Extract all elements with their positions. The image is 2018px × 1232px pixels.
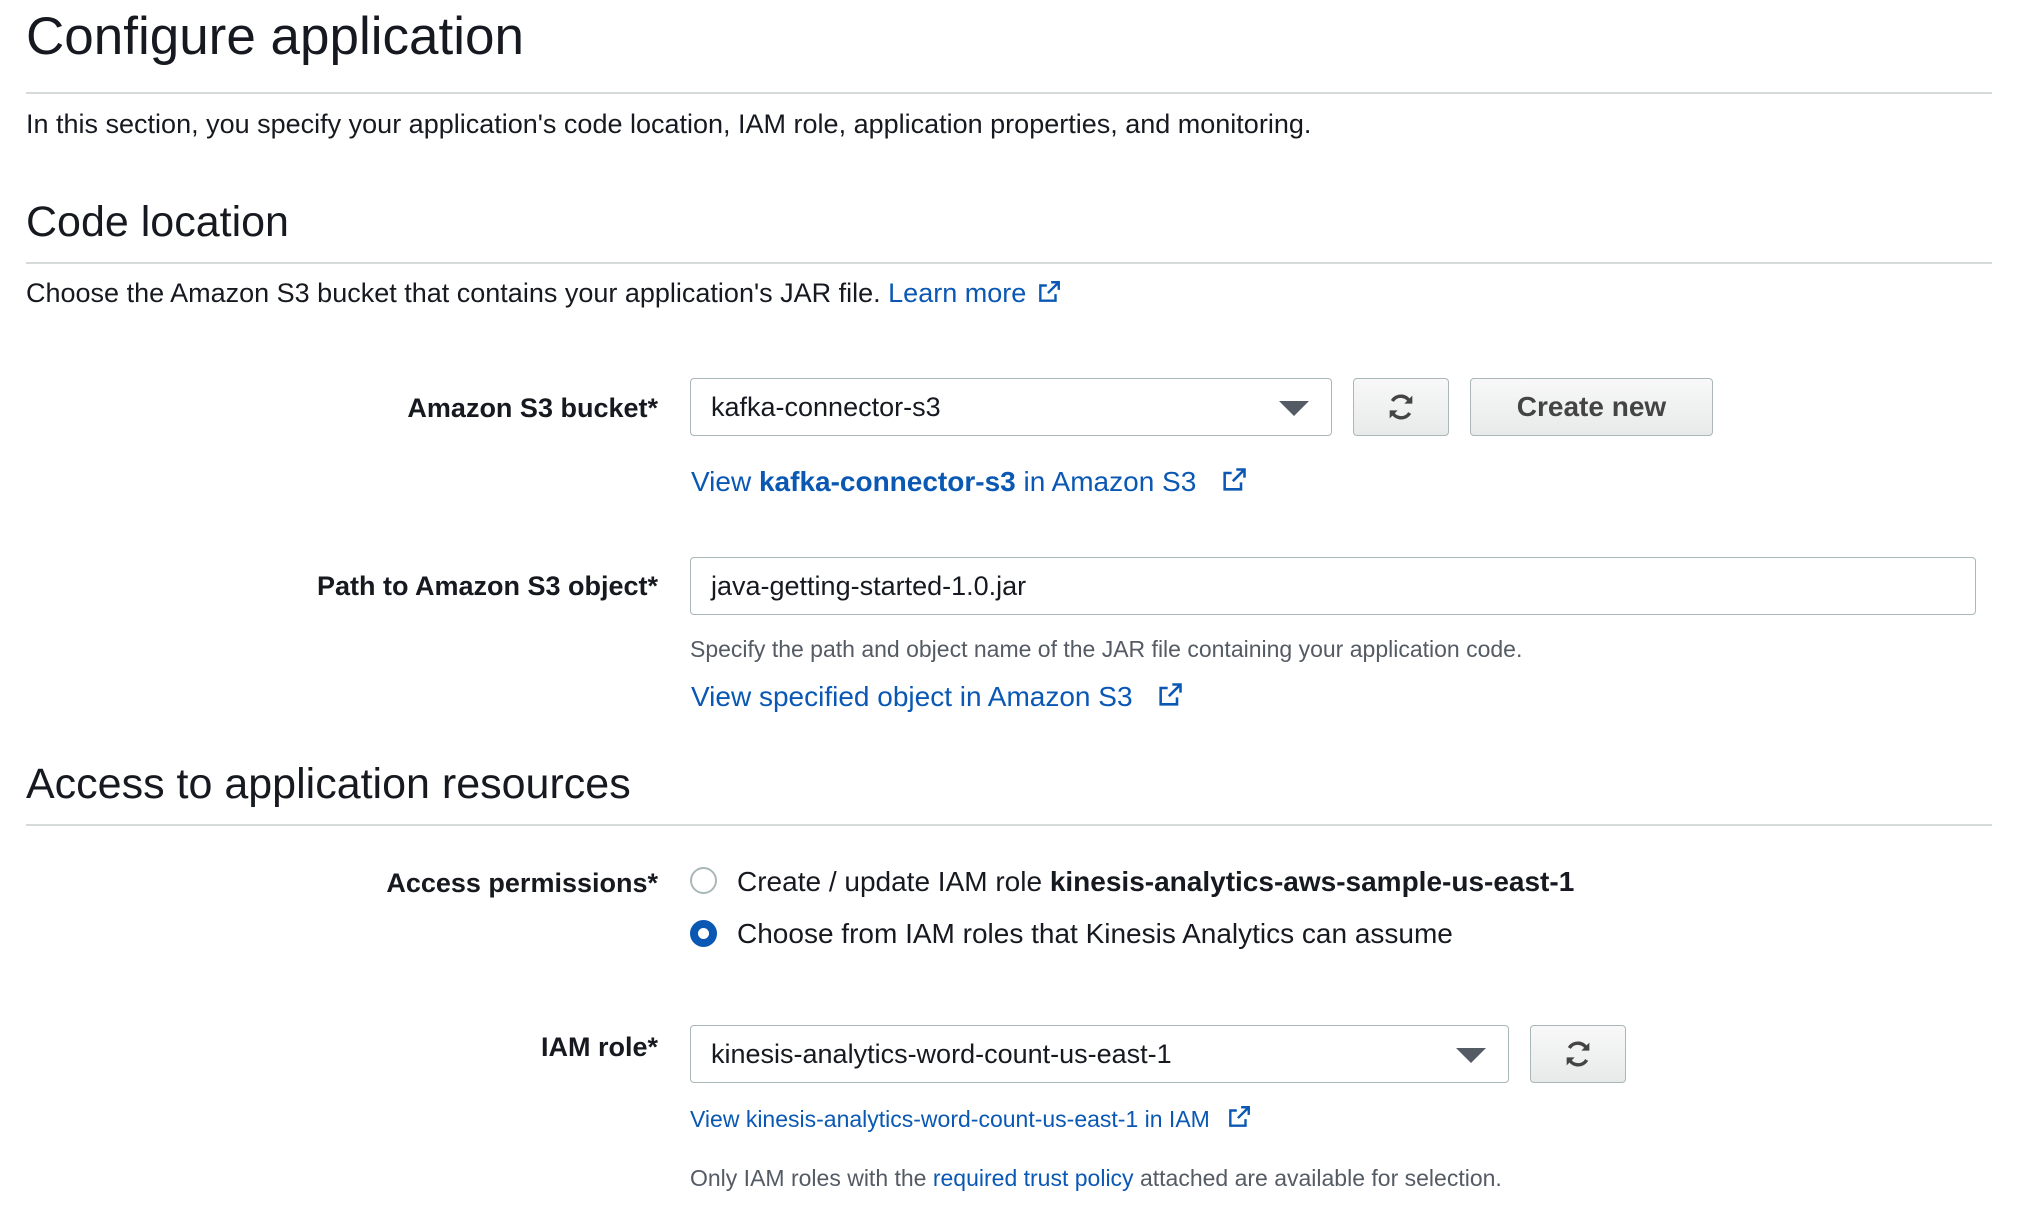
trust-policy-note: Only IAM roles with the required trust p… [690, 1165, 1502, 1192]
chevron-down-icon [1279, 401, 1309, 416]
external-link-icon [1039, 281, 1061, 302]
iam-role-value: kinesis-analytics-word-count-us-east-1 [711, 1038, 1172, 1069]
s3-path-label: Path to Amazon S3 object* [316, 571, 658, 601]
view-role-link[interactable]: View kinesis-analytics-word-count-us-eas… [690, 1104, 1252, 1133]
view-bucket-suffix: in Amazon S3 [1023, 466, 1197, 497]
s3-bucket-select[interactable]: kafka-connector-s3 [690, 378, 1332, 436]
access-heading: Access to application resources [26, 760, 631, 808]
learn-more-label: Learn more [888, 278, 1027, 308]
title-divider [26, 92, 1992, 94]
option-create-role-label[interactable]: Create / update IAM role kinesis-analyti… [737, 866, 1574, 898]
trust-note-prefix: Only IAM roles with the [690, 1165, 927, 1191]
learn-more-link[interactable]: Learn more [888, 278, 1062, 308]
refresh-roles-button[interactable] [1530, 1025, 1626, 1083]
view-object-label: View specified object in Amazon S3 [691, 681, 1133, 712]
view-bucket-link[interactable]: View kafka-connector-s3 in Amazon S3 [691, 466, 1248, 498]
option-choose-role-label[interactable]: Choose from IAM roles that Kinesis Analy… [737, 918, 1453, 950]
s3-bucket-value: kafka-connector-s3 [711, 391, 941, 422]
create-new-bucket-button[interactable]: Create new [1470, 378, 1713, 436]
radio-create-role[interactable] [690, 867, 717, 894]
code-location-divider [26, 262, 1992, 264]
chevron-down-icon [1456, 1048, 1486, 1063]
external-link-icon [1159, 683, 1183, 706]
refresh-icon [1389, 394, 1413, 420]
option-create-role-name: kinesis-analytics-aws-sample-us-east-1 [1049, 866, 1575, 897]
code-location-description: Choose the Amazon S3 bucket that contain… [26, 278, 1062, 309]
iam-role-select[interactable]: kinesis-analytics-word-count-us-east-1 [690, 1025, 1509, 1083]
s3-path-value: java-getting-started-1.0.jar [711, 570, 1027, 601]
access-permissions-label: Access permissions* [386, 868, 658, 898]
radio-choose-role[interactable] [690, 920, 717, 947]
view-role-label: View kinesis-analytics-word-count-us-eas… [690, 1106, 1210, 1132]
trust-note-suffix: attached are available for selection. [1139, 1165, 1502, 1191]
view-object-link[interactable]: View specified object in Amazon S3 [691, 681, 1184, 713]
page-title: Configure application [26, 7, 524, 66]
s3-bucket-label: Amazon S3 bucket* [407, 393, 658, 423]
trust-policy-link[interactable]: required trust policy [933, 1165, 1134, 1191]
view-bucket-name: kafka-connector-s3 [758, 466, 1016, 497]
code-location-description-text: Choose the Amazon S3 bucket that contain… [26, 278, 881, 308]
s3-path-input[interactable]: java-getting-started-1.0.jar [690, 557, 1976, 615]
iam-role-label: IAM role* [540, 1032, 658, 1062]
refresh-buckets-button[interactable] [1353, 378, 1449, 436]
access-divider [26, 824, 1992, 826]
code-location-heading: Code location [26, 198, 289, 246]
external-link-icon [1223, 468, 1246, 491]
s3-path-hint: Specify the path and object name of the … [690, 636, 1523, 662]
external-link-icon [1229, 1106, 1251, 1127]
page-intro: In this section, you specify your applic… [26, 109, 1312, 139]
option-create-role-prefix: Create / update IAM role [737, 866, 1043, 897]
refresh-icon [1566, 1041, 1590, 1067]
view-bucket-prefix: View [691, 466, 752, 497]
